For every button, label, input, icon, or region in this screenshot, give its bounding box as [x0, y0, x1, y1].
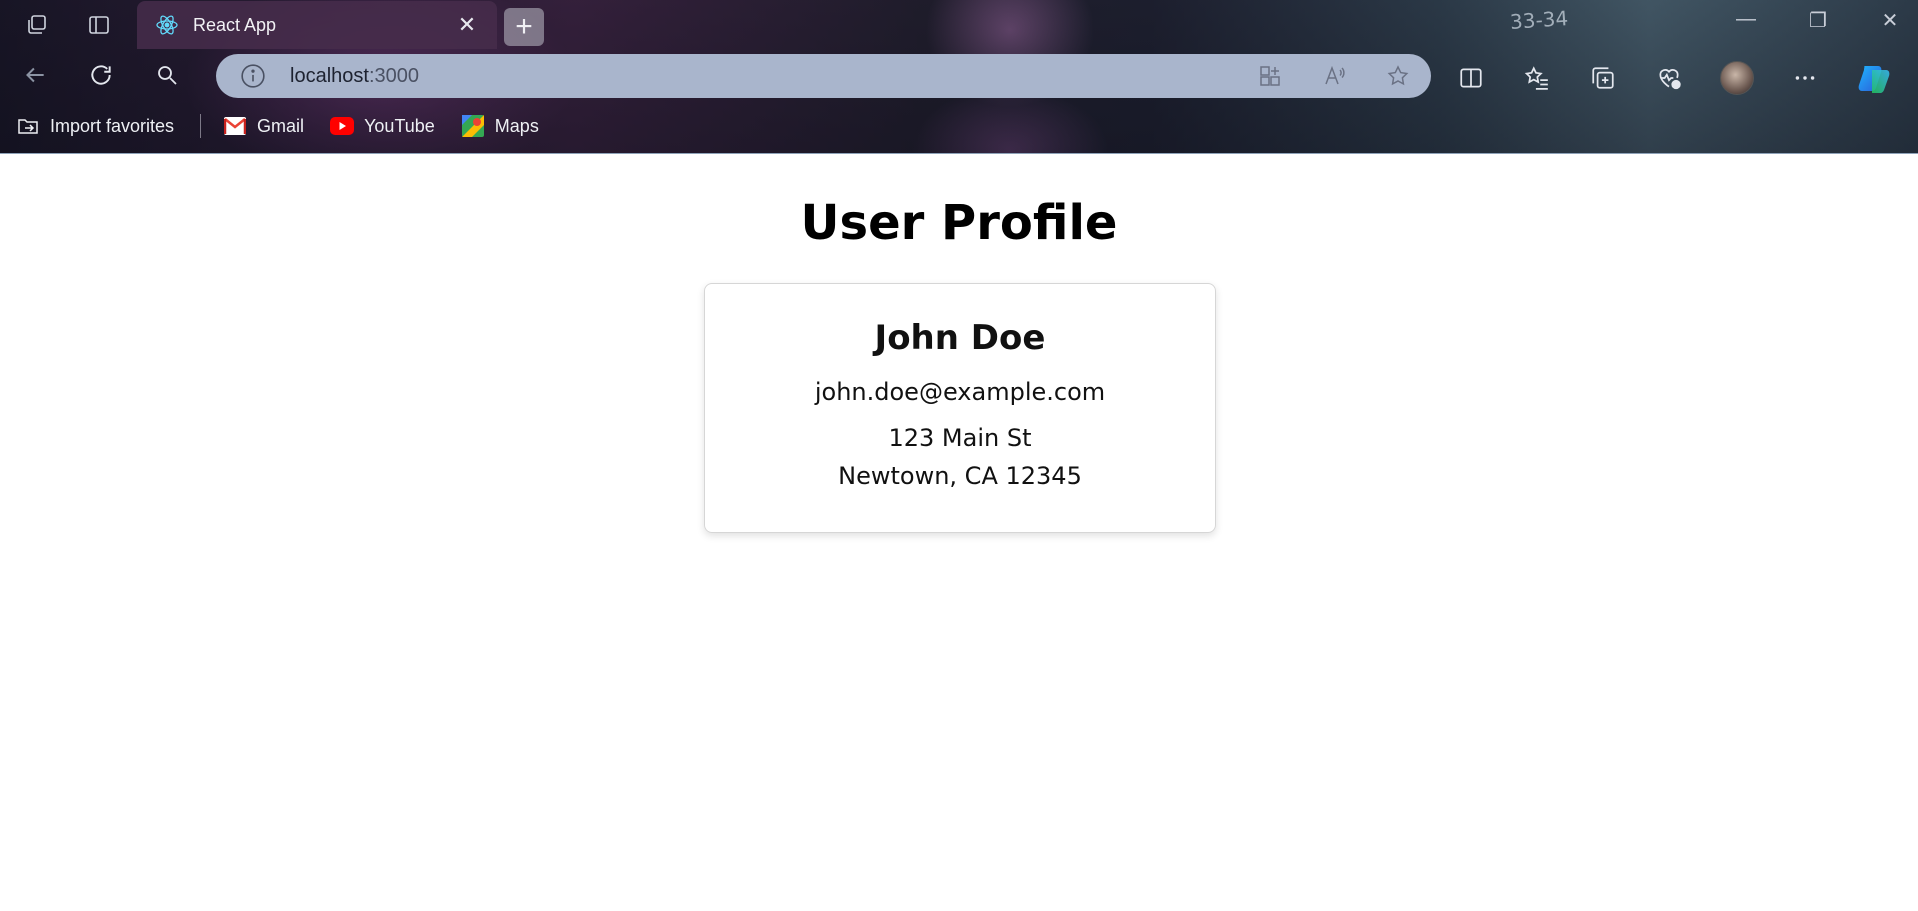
- address-bar[interactable]: localhost:3000: [216, 54, 1431, 98]
- react-logo-icon: [156, 15, 178, 35]
- favorite-label: YouTube: [364, 115, 435, 136]
- user-city: Newtown, CA 12345: [838, 462, 1082, 490]
- tab-title: React App: [193, 14, 277, 35]
- maps-icon: [461, 114, 485, 138]
- favorite-label: Gmail: [257, 115, 305, 136]
- more-menu-icon[interactable]: [1790, 63, 1820, 93]
- wallpaper-text: 33-34: [1509, 6, 1569, 34]
- tab-react-app[interactable]: React App ✕: [137, 1, 497, 49]
- favorite-gmail[interactable]: Gmail: [223, 114, 304, 138]
- user-name: John Doe: [874, 318, 1046, 358]
- vertical-tabs-icon[interactable]: [84, 10, 114, 40]
- youtube-icon: [330, 114, 355, 138]
- browser-chrome: 33-34 React App ✕ + — ❐ ✕ localhost:300…: [0, 0, 1918, 154]
- restore-icon[interactable]: ❐: [1806, 8, 1830, 33]
- close-tab-icon[interactable]: ✕: [455, 12, 479, 38]
- favorite-import-favorites[interactable]: Import favorites: [16, 114, 174, 138]
- split-screen-icon[interactable]: [1456, 63, 1486, 93]
- collections-icon[interactable]: [1588, 63, 1618, 93]
- address-actions: [1255, 61, 1413, 91]
- page-title: User Profile: [800, 195, 1118, 251]
- user-street: 123 Main St: [888, 424, 1032, 452]
- page-content: User Profile John Doe john.doe@example.c…: [0, 155, 1918, 911]
- favorite-label: Maps: [494, 115, 539, 136]
- favorite-label: Import favorites: [50, 115, 175, 136]
- import-favorites-icon: [16, 114, 40, 138]
- refresh-icon[interactable]: [86, 60, 116, 90]
- user-email: john.doe@example.com: [814, 378, 1106, 406]
- favorites-divider: [200, 114, 202, 138]
- copilot-icon[interactable]: [1856, 60, 1892, 96]
- new-tab-button[interactable]: +: [504, 8, 544, 46]
- profile-avatar[interactable]: [1720, 61, 1754, 95]
- workspaces-icon[interactable]: [22, 10, 52, 40]
- favorite-youtube[interactable]: YouTube: [330, 114, 435, 138]
- favorite-maps[interactable]: Maps: [461, 114, 539, 138]
- minimize-icon[interactable]: —: [1734, 8, 1758, 33]
- search-icon[interactable]: [152, 60, 182, 90]
- user-profile-card: John Doe john.doe@example.com 123 Main S…: [704, 283, 1216, 533]
- close-window-icon[interactable]: ✕: [1878, 8, 1902, 33]
- read-aloud-icon[interactable]: [1319, 61, 1349, 91]
- favorites-icon[interactable]: [1522, 63, 1552, 93]
- tab-actions: [22, 10, 114, 40]
- back-icon[interactable]: [20, 60, 50, 90]
- app-available-icon[interactable]: [1255, 61, 1285, 91]
- browser-essentials-icon[interactable]: [1654, 63, 1684, 93]
- info-icon[interactable]: [240, 63, 266, 89]
- address-host: localhost: [290, 64, 369, 87]
- gmail-icon: [223, 114, 247, 138]
- toolbar-right: [1456, 60, 1892, 96]
- navigation-controls: [20, 60, 182, 90]
- favorites-bar: Import favorites Gmail YouTube Maps: [16, 112, 565, 140]
- window-controls: — ❐ ✕: [1734, 8, 1902, 33]
- address-port: :3000: [368, 64, 419, 87]
- favorite-star-icon[interactable]: [1383, 61, 1413, 91]
